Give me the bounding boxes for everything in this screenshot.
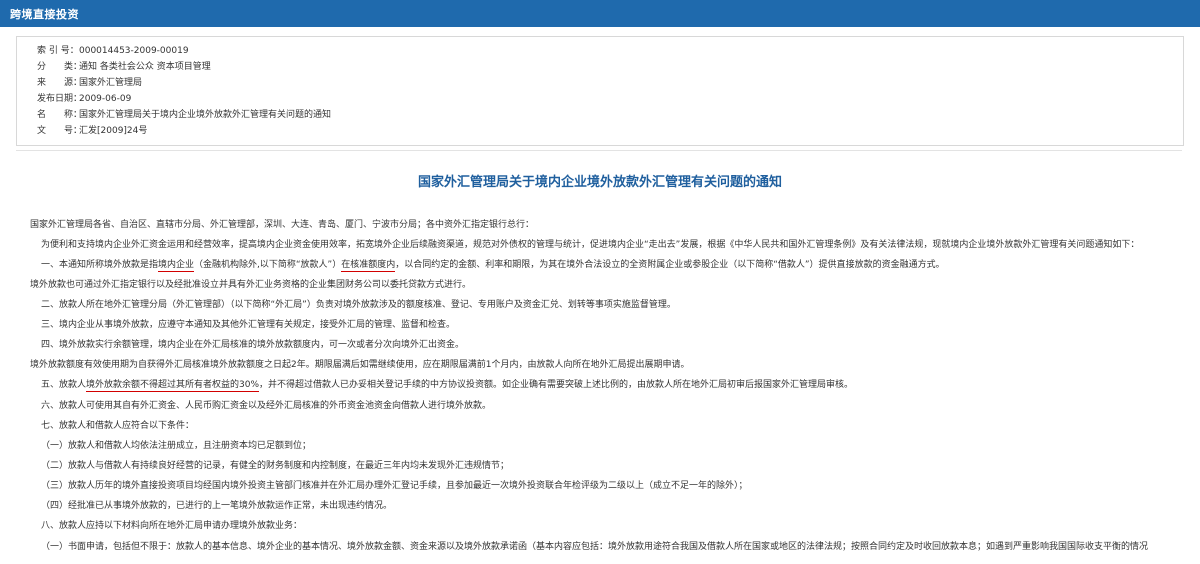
paragraph-item-6: 六、放款人可使用其自有外汇资金、人民币购汇资金以及经外汇局核准的外币资金池资金向…: [41, 401, 492, 411]
meta-value: 国家外汇管理局关于境内企业境外放款外汇管理有关问题的通知: [79, 110, 332, 120]
meta-value: 国家外汇管理局: [79, 78, 143, 88]
metadata-panel: [16, 36, 1184, 146]
paragraph-intro: 为便利和支持境内企业外汇资金运用和经营效率，提高境内企业资金使用效率，拓宽境外企…: [41, 240, 1140, 250]
condition-4: （四）经批准已从事境外放款的，已进行的上一笔境外放款运作正常，未出现违约情况。: [41, 501, 393, 511]
meta-category: 分 类：通知 各类社会公众 资本项目管理: [37, 61, 211, 73]
meta-source: 来 源：国家外汇管理局: [37, 77, 142, 89]
meta-date: 发布日期：2009-06-09: [37, 93, 131, 105]
meta-value: 000014453-2009-00019: [79, 46, 189, 56]
meta-doc-number: 文 号：汇发[2009]24号: [37, 125, 147, 137]
paragraph-item-1: 一、本通知所称境外放款是指境内企业（金融机构除外,以下简称“放款人”）在核准额度…: [41, 260, 945, 272]
section-header-bar: 跨境直接投资: [0, 0, 1200, 27]
meta-label: 索 引 号：: [37, 46, 79, 56]
paragraph-item-2: 二、放款人所在地外汇管理分局（外汇管理部）（以下简称“外汇局”）负责对境外放款涉…: [41, 300, 676, 310]
meta-label: 来 源：: [37, 78, 83, 88]
meta-value: 汇发[2009]24号: [79, 126, 148, 136]
section-title: 跨境直接投资: [10, 8, 79, 21]
condition-2: （二）放款人与借款人有持续良好经营的记录，有健全的财务制度和内控制度，在最近三年…: [41, 461, 510, 471]
paragraph-item-5: 五、放款人境外放款余额不得超过其所有者权益的30%，并不得超过借款人已办妥相关登…: [41, 380, 854, 392]
paragraph-validity: 境外放款额度有效使用期为自获得外汇局核准境外放款额度之日起2年。期限届满后如需继…: [30, 360, 690, 370]
highlight-approved-quota: 在核准额度内: [341, 260, 396, 272]
meta-label: 名 称：: [37, 110, 83, 120]
paragraph-item-3: 三、境内企业从事境外放款，应遵守本通知及其他外汇管理有关规定，接受外汇局的管理、…: [41, 320, 456, 330]
highlight-balance-limit: 境外放款余额不得超过其所有者权益的30%: [86, 380, 260, 392]
paragraph-addressee: 国家外汇管理局各省、自治区、直辖市分局、外汇管理部，深圳、大连、青岛、厦门、宁波…: [30, 220, 535, 230]
application-1: （一）书面申请，包括但不限于：放款人的基本信息、境外企业的基本情况、境外放款金额…: [41, 542, 1149, 552]
meta-index: 索 引 号：000014453-2009-00019: [37, 45, 189, 57]
meta-value: 2009-06-09: [79, 94, 132, 104]
paragraph-item-4: 四、境外放款实行余额管理，境内企业在外汇局核准的境外放款额度内，可一次或者分次向…: [41, 340, 465, 350]
condition-1: （一）放款人和借款人均依法注册成立，且注册资本均已足额到位；: [41, 441, 312, 451]
paragraph-item-8: 八、放款人应持以下材料向所在地外汇局申请办理境外放款业务：: [41, 521, 303, 531]
highlight-domestic-enterprise: 境内企业: [158, 260, 195, 272]
meta-label: 分 类：: [37, 62, 83, 72]
meta-label: 文 号：: [37, 126, 83, 136]
paragraph-entrusted-loan: 境外放款也可通过外汇指定银行以及经批准设立并具有外汇业务资格的企业集团财务公司以…: [30, 280, 472, 290]
document-title: 国家外汇管理局关于境内企业境外放款外汇管理有关问题的通知: [417, 175, 782, 190]
paragraph-item-7: 七、放款人和借款人应符合以下条件：: [41, 421, 195, 431]
divider: [16, 150, 1182, 151]
meta-name: 名 称：国家外汇管理局关于境内企业境外放款外汇管理有关问题的通知: [37, 109, 331, 121]
condition-3: （三）放款人历年的境外直接投资项目均经国内境外投资主管部门核准并在外汇局办理外汇…: [41, 481, 748, 491]
meta-value: 通知 各类社会公众 资本项目管理: [79, 62, 211, 72]
meta-label: 发布日期：: [37, 94, 83, 104]
